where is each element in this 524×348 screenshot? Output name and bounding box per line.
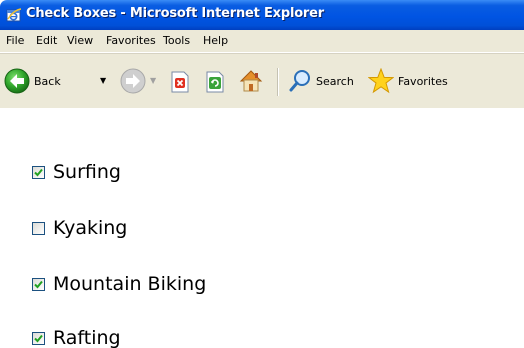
forward-arrow-icon: [120, 68, 146, 94]
favorites-button[interactable]: Favorites: [368, 68, 448, 94]
checkbox-rafting[interactable]: [32, 331, 45, 345]
menu-edit[interactable]: Edit: [36, 34, 57, 47]
checkmark-icon: [34, 334, 43, 342]
home-button[interactable]: [238, 68, 264, 94]
search-button[interactable]: Search: [288, 69, 354, 93]
checkbox-kyaking[interactable]: [32, 221, 45, 235]
back-button[interactable]: Back: [4, 68, 61, 94]
toolbar-separator: [277, 68, 279, 96]
checkmark-icon: [34, 168, 43, 176]
menu-tools[interactable]: Tools: [163, 34, 190, 47]
favorites-star-icon: [368, 68, 394, 94]
stop-icon: [171, 71, 189, 93]
home-icon: [239, 70, 263, 92]
refresh-icon: [206, 71, 224, 93]
checkbox-surfing[interactable]: [32, 165, 45, 179]
menu-help[interactable]: Help: [203, 34, 228, 47]
menu-bar: File Edit View Favorites Tools Help: [0, 30, 524, 53]
checkbox-label: Mountain Biking: [53, 273, 207, 295]
forward-button[interactable]: [120, 68, 146, 94]
back-arrow-icon: [4, 68, 30, 94]
search-icon: [289, 70, 310, 92]
checkmark-icon: [34, 280, 43, 288]
menu-favorites[interactable]: Favorites: [106, 34, 156, 47]
title-bar[interactable]: Check Boxes - Microsoft Internet Explore…: [0, 0, 524, 30]
standard-toolbar: Back ▼ ▼ Search Favorites: [0, 53, 524, 109]
page-content: Surfing Kyaking Mountain Biking Rafting: [0, 108, 524, 348]
checkbox-row-rafting[interactable]: Rafting: [32, 324, 121, 348]
back-label: Back: [34, 74, 61, 88]
checkbox-row-kyaking[interactable]: Kyaking: [32, 214, 127, 242]
checkbox-label: Kyaking: [53, 217, 128, 239]
back-dropdown-icon[interactable]: ▼: [100, 76, 106, 85]
checkbox-label: Surfing: [53, 161, 121, 183]
window-title: Check Boxes - Microsoft Internet Explore…: [26, 6, 324, 21]
stop-button[interactable]: [170, 71, 190, 93]
favorites-label: Favorites: [398, 74, 448, 88]
menu-view[interactable]: View: [67, 34, 93, 47]
checkbox-mountain-biking[interactable]: [32, 277, 45, 291]
menu-file[interactable]: File: [6, 34, 24, 47]
internet-explorer-icon: [6, 8, 22, 22]
forward-dropdown-icon[interactable]: ▼: [150, 76, 156, 85]
checkbox-row-surfing[interactable]: Surfing: [32, 158, 121, 186]
refresh-button[interactable]: [205, 71, 225, 93]
checkbox-label: Rafting: [53, 327, 121, 348]
search-label: Search: [316, 74, 354, 88]
checkbox-row-mountain-biking[interactable]: Mountain Biking: [32, 270, 206, 298]
